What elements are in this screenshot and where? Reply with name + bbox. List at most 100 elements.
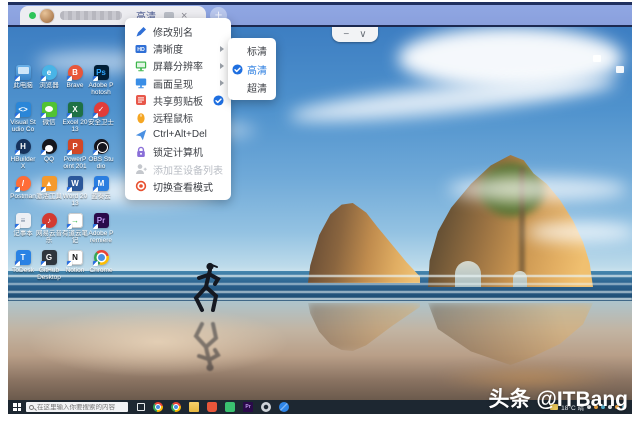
desktop-icon-premiere[interactable]: PrAdobe Premiere [88,213,114,250]
todesk-icon: T [16,250,31,265]
wave-foam [8,291,632,293]
desktop-icon-label: Notion [62,267,88,274]
submenu-item-hd[interactable]: 高清 [228,60,276,79]
desktop-icon-youdao[interactable]: →有道云笔记 [62,213,88,250]
titlebar: 高清 × + [8,2,632,27]
menu-item-label: 远程鼠标 [153,110,193,125]
desktop-icon-label: Postman [10,193,36,200]
desktop-icon-vscode[interactable]: <>Visual Studio Code [10,102,36,139]
vscode-icon: <> [16,102,31,117]
desktop-icon-label: Word 2013 [62,193,88,207]
menu-item-lock-pc[interactable]: 锁定计算机 [125,143,231,160]
desktop-icon-word[interactable]: WWord 2013 [62,176,88,213]
submenu-item-ultra[interactable]: 超清 [228,78,276,97]
desktop-icon-label: 网易云音乐 [36,230,62,244]
desktop-icon-excel[interactable]: XExcel 2013 [62,102,88,139]
submenu-arrow-icon [220,46,224,52]
taskbar-brave-button[interactable] [207,402,217,412]
menu-item-rename[interactable]: 修改别名 [125,23,231,40]
desktop-icon-security-check[interactable]: ✓安全卫士 [88,102,114,139]
menu-item-clarity[interactable]: HD 清晰度 [125,40,231,57]
cloud [526,223,632,241]
pen-icon [135,26,147,38]
session-toolbar-handle[interactable]: − ∨ [332,27,378,42]
menu-item-label: 清晰度 [153,41,183,56]
taskbar-file-explorer-button[interactable] [189,402,199,412]
masked-device-name [60,11,122,20]
sun-glow [28,307,288,377]
desktop-icon-notion[interactable]: N Notion [62,250,88,287]
desktop-icon-notes[interactable]: ≡记事本 [10,213,36,250]
photoshop-icon: Ps [94,65,109,80]
desktop-icon-label: Adobe Photosho.. [88,82,114,96]
hd-icon: HD [135,43,147,55]
excel-icon: X [68,102,83,117]
menu-item-label: 共享剪贴板 [153,93,203,108]
desktop-icon-qq[interactable]: QQ [36,139,62,176]
github-desktop-icon: G [42,250,57,265]
desktop-icon-this-pc[interactable]: 此电脑 [10,65,36,102]
this-pc-icon [16,65,31,80]
search-input[interactable] [37,404,125,411]
desktop-icon-photoshop[interactable]: Ps Adobe Photosho.. [88,65,114,102]
menu-item-clipboard[interactable]: 共享剪贴板 [125,92,231,109]
monitor-blue-icon [135,77,147,89]
desktop-icon-hbuilder[interactable]: HHBuilderX [10,139,36,176]
desktop-icon-label: Brave [62,82,88,89]
desktop-icon-chrome[interactable]: Chrome [88,250,114,287]
taskbar-green-app-button[interactable] [225,402,235,412]
notion-icon: N [68,250,83,265]
taskbar-task-view-button[interactable] [137,403,145,411]
brave-icon: B [68,65,83,80]
desktop-icon-label: ToDesk [10,267,36,274]
desktop-icon-cloud-drive[interactable]: M蓝奏云 [88,176,114,213]
rock-large [428,155,593,287]
submenu-item-sd[interactable]: 标清 [228,41,276,60]
taskbar-todesk-button[interactable] [279,402,289,412]
remote-desktop-window: 高清 × + [8,2,632,414]
desktop-icon-powerpoint[interactable]: PPowerPoint 2013 [62,139,88,176]
security-check-icon: ✓ [94,102,109,117]
postman-icon: / [16,176,31,191]
desktop-icon-netease-music[interactable]: ♪网易云音乐 [36,213,62,250]
taskbar-browser-2-button[interactable] [171,402,181,412]
menu-item-label: 锁定计算机 [153,144,203,159]
desktop-icon-activator[interactable]: ▲激活工具 [36,176,62,213]
desktop-icon-todesk[interactable]: T ToDesk [10,250,36,287]
menu-item-remote-mouse[interactable]: 远程鼠标 [125,109,231,126]
menu-item-view-mode[interactable]: 切换查看模式 [125,178,231,195]
desktop-icon-github-desktop[interactable]: G GitHub Desktop [36,250,62,287]
desktop-icons-grid: 此电脑e浏览器 B Brave Ps Adobe Photosho.. <>Visual … [10,65,114,287]
menu-item-add-device[interactable]: 添加至设备列表 [125,161,231,178]
start-button[interactable] [8,400,26,414]
checked-icon [232,64,243,75]
desktop-icon-brave[interactable]: B Brave [62,65,88,102]
desktop-icon-label: OBS Studio [88,156,114,170]
menu-item-label: 修改别名 [153,24,193,39]
taskbar-settings-button[interactable] [261,402,271,412]
menu-item-ctrl-alt-del[interactable]: Ctrl+Alt+Del [125,126,231,143]
desktop-icon-label: 记事本 [10,230,36,237]
powerpoint-icon: P [68,139,83,154]
cloud-drive-icon: M [94,176,109,191]
submenu-item-label: 标清 [247,43,267,58]
taskbar-premiere-button[interactable]: Pr [243,402,253,412]
taskbar-chrome-button[interactable] [153,402,163,412]
svg-text:HD: HD [137,47,145,53]
desktop-icon-label: HBuilderX [10,156,36,170]
menu-item-resolution[interactable]: 屏幕分辨率 [125,57,231,74]
desktop-icon-label: Chrome [88,267,114,274]
desktop-icon-browser[interactable]: e浏览器 [36,65,62,102]
desktop-icon-label: GitHub Desktop [36,267,62,281]
menu-item-render-mode[interactable]: 画面呈现 [125,75,231,92]
desktop-icon-postman[interactable]: / Postman [10,176,36,213]
remote-desktop-screen[interactable]: 此电脑e浏览器 B Brave Ps Adobe Photosho.. <>Visual … [8,27,632,400]
minimize-icon[interactable]: − [343,30,349,40]
runner-reflection [191,317,227,373]
youdao-icon: → [68,213,83,228]
desktop-icon-obs-studio[interactable]: OBS Studio [88,139,114,176]
taskbar-search[interactable] [26,402,128,412]
mouse-icon [135,112,147,124]
desktop-icon-wechat[interactable]: 微信 [36,102,62,139]
collapse-icon[interactable]: ∨ [359,30,366,40]
